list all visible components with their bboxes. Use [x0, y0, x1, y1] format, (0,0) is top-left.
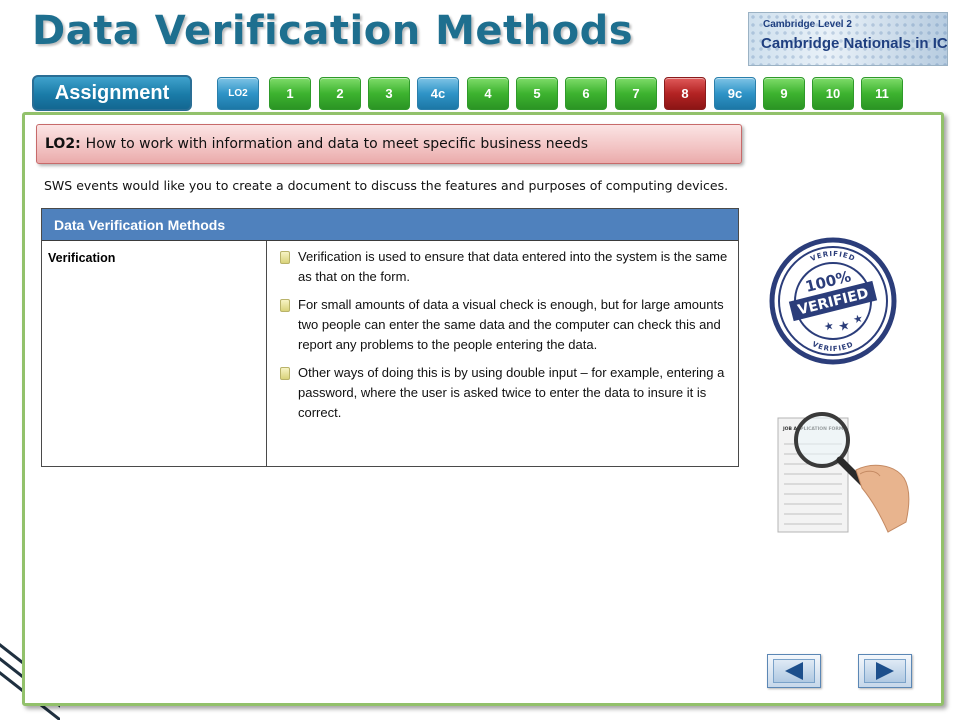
star-icon: ★ [837, 318, 852, 335]
star-icon: ★ [823, 319, 836, 334]
previous-slide-button[interactable] [767, 654, 821, 688]
list-item: Verification is used to ensure that data… [280, 247, 728, 287]
cambridge-nationals-logo: Cambridge Level 2 Cambridge Nationals in… [748, 12, 948, 66]
verification-table: Data Verification Methods Verification V… [41, 208, 739, 467]
triangle-left-icon [785, 662, 803, 680]
nav-tab-8[interactable]: 8 [664, 77, 706, 110]
list-item: Other ways of doing this is by using dou… [280, 363, 728, 423]
nav-tab-10[interactable]: 10 [812, 77, 854, 110]
triangle-right-icon [876, 662, 894, 680]
logo-line-2: Cambridge Nationals in ICT [761, 35, 948, 52]
nav-tab-9[interactable]: 9 [763, 77, 805, 110]
page-title: Data Verification Methods [32, 8, 634, 54]
nav-tab-lo2[interactable]: LO2 [217, 77, 259, 110]
note-bullet-icon [280, 251, 290, 264]
nav-tab-5[interactable]: 5 [516, 77, 558, 110]
table-header: Data Verification Methods [42, 209, 738, 241]
bullet-text: Other ways of doing this is by using dou… [298, 365, 725, 420]
logo-line-1: Cambridge Level 2 [763, 19, 852, 30]
svg-text:VERIFIED: VERIFIED [811, 340, 855, 353]
nav-tab-6[interactable]: 6 [565, 77, 607, 110]
intro-text: SWS events would like you to create a do… [44, 178, 729, 193]
section-nav: LO2 1 2 3 4c 4 5 6 7 8 9c 9 10 11 [0, 77, 960, 111]
row-label: Verification [42, 241, 267, 466]
note-bullet-icon [280, 299, 290, 312]
note-bullet-icon [280, 367, 290, 380]
verified-stamp-image: VERIFIED VERIFIED 100% VERIFIED ★ ★ ★ [769, 237, 897, 365]
row-content: Verification is used to ensure that data… [268, 241, 738, 466]
magnifier-form-image: JOB APPLICATION FORM [777, 412, 910, 533]
bullet-text: Verification is used to ensure that data… [298, 249, 728, 284]
banner-prefix: LO2: [45, 136, 81, 152]
stamp-ring-text: VERIFIED [809, 250, 855, 263]
nav-tab-11[interactable]: 11 [861, 77, 903, 110]
nav-tab-7[interactable]: 7 [615, 77, 657, 110]
stamp-ring-text-bottom: VERIFIED [811, 340, 854, 353]
nav-tab-3[interactable]: 3 [368, 77, 410, 110]
star-icon: ★ [852, 311, 865, 326]
bullet-text: For small amounts of data a visual check… [298, 297, 724, 352]
nav-tab-1[interactable]: 1 [269, 77, 311, 110]
nav-tab-2[interactable]: 2 [319, 77, 361, 110]
learning-objective-banner: LO2: How to work with information and da… [36, 124, 742, 164]
table-row: Verification Verification is used to ens… [42, 241, 738, 466]
nav-tab-4c[interactable]: 4c [417, 77, 459, 110]
svg-text:VERIFIED: VERIFIED [809, 250, 856, 263]
next-slide-button[interactable] [858, 654, 912, 688]
nav-tab-9c[interactable]: 9c [714, 77, 756, 110]
banner-text: How to work with information and data to… [85, 136, 589, 152]
list-item: For small amounts of data a visual check… [280, 295, 728, 355]
nav-tab-4[interactable]: 4 [467, 77, 509, 110]
